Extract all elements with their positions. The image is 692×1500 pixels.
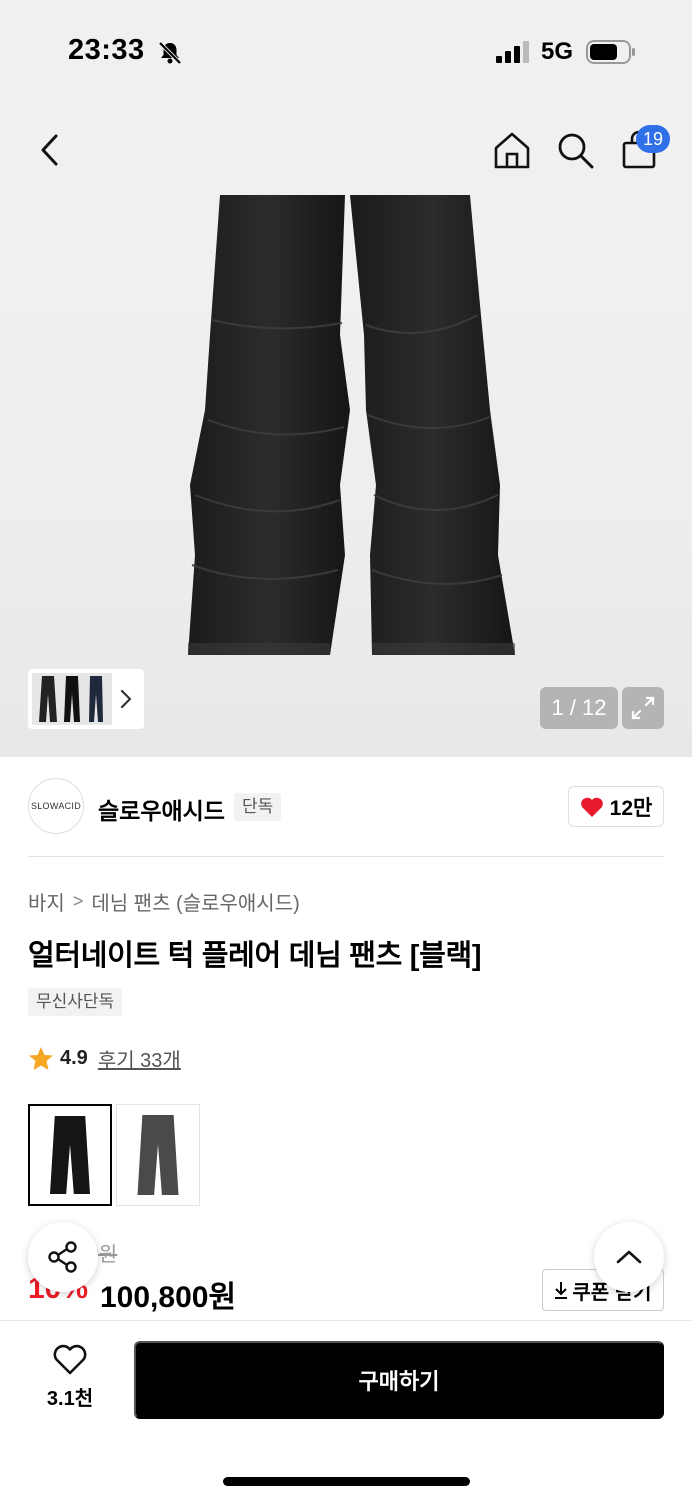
- bell-muted-icon: [158, 41, 182, 65]
- thumb-pants-3: [89, 676, 103, 722]
- heart-outline-icon: [53, 1344, 87, 1375]
- image-counter: 1 / 12: [540, 687, 618, 729]
- breadcrumb-level-2[interactable]: 데님 팬츠 (슬로우애시드): [91, 887, 299, 916]
- rating-row: 4.9 후기 33개: [28, 1044, 181, 1073]
- wishlist-button[interactable]: 3.1천: [30, 1344, 110, 1411]
- star-icon: [29, 1046, 53, 1070]
- back-arrow-icon[interactable]: [36, 130, 64, 170]
- brand-name[interactable]: 슬로우애시드: [98, 792, 225, 826]
- gallery-thumbnail-strip[interactable]: [28, 669, 144, 729]
- breadcrumb-separator: >: [72, 891, 84, 911]
- download-icon: [555, 1282, 568, 1299]
- product-image: [188, 195, 515, 655]
- buy-button[interactable]: 구매하기: [134, 1341, 664, 1419]
- brand-logo-text: SLOWACID: [30, 801, 82, 811]
- share-button[interactable]: [28, 1222, 98, 1292]
- rating-score: 4.9: [60, 1047, 88, 1069]
- status-bar: 23:33 5G: [0, 0, 692, 100]
- color-option-gray[interactable]: [116, 1104, 200, 1206]
- chevron-up-icon: [616, 1250, 642, 1264]
- product-title: 얼터네이트 턱 플레어 데님 팬츠 [블랙]: [28, 940, 482, 972]
- color-option-black[interactable]: [28, 1104, 112, 1206]
- cart-count-badge: 19: [636, 125, 670, 153]
- breadcrumb: 바지 > 데님 팬츠 (슬로우애시드): [28, 887, 300, 916]
- swatch-gray-image: [137, 1114, 179, 1196]
- brand-like-button[interactable]: 12만: [568, 786, 664, 827]
- signal-icon: [496, 41, 529, 63]
- sale-price: 100,800원: [100, 1281, 237, 1314]
- share-icon: [48, 1241, 77, 1273]
- heart-filled-icon: [580, 797, 603, 817]
- network-type: 5G: [541, 38, 574, 65]
- review-count-link[interactable]: 후기 33개: [98, 1044, 181, 1073]
- thumb-pants-1: [39, 676, 57, 722]
- exclusive-label: 무신사단독: [28, 988, 123, 1016]
- brand-exclusive-tag: 단독: [234, 793, 282, 821]
- thumbnail-preview: [32, 673, 112, 725]
- battery-icon: [586, 40, 635, 64]
- brand-like-count: 12만: [609, 796, 653, 820]
- product-gallery[interactable]: 19 1 / 12: [0, 100, 692, 757]
- home-indicator: [223, 1477, 470, 1486]
- status-time: 23:33: [68, 34, 145, 66]
- swatch-black-image: [50, 1115, 90, 1195]
- home-icon[interactable]: [492, 130, 532, 170]
- breadcrumb-level-1[interactable]: 바지: [28, 887, 65, 916]
- wishlist-count: 3.1천: [46, 1388, 94, 1410]
- brand-logo[interactable]: SLOWACID: [28, 778, 84, 834]
- expand-button[interactable]: [622, 687, 664, 729]
- divider: [28, 856, 664, 857]
- scroll-to-top-button[interactable]: [594, 1222, 664, 1292]
- expand-icon: [631, 696, 655, 720]
- chevron-right-icon: [120, 689, 132, 709]
- thumb-pants-2: [64, 676, 80, 722]
- search-icon[interactable]: [555, 130, 595, 170]
